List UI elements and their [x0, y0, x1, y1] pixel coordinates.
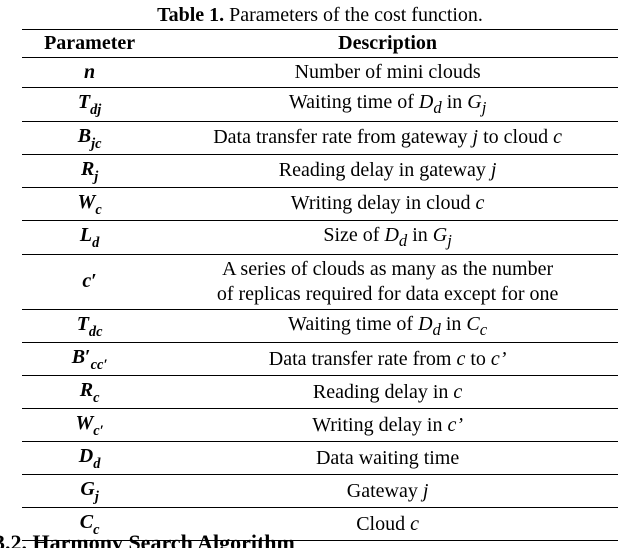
- desc-cell: Reading delay in c: [157, 376, 618, 409]
- desc-cell: A series of clouds as many as the number…: [157, 254, 618, 309]
- table-row: BjcData transfer rate from gateway j to …: [22, 121, 618, 154]
- param-cell: Rj: [22, 154, 157, 187]
- param-cell: Tdj: [22, 88, 157, 122]
- table-row: c′A series of clouds as many as the numb…: [22, 254, 618, 309]
- desc-cell: Waiting time of Dd in Gj: [157, 88, 618, 122]
- col-header-parameter: Parameter: [22, 30, 157, 58]
- param-cell: c′: [22, 254, 157, 309]
- table-row: DdData waiting time: [22, 442, 618, 475]
- param-cell: Wc′: [22, 409, 157, 442]
- table-row: TdjWaiting time of Dd in Gj: [22, 88, 618, 122]
- param-cell: Ld: [22, 220, 157, 254]
- table-row: RcReading delay in c: [22, 376, 618, 409]
- desc-cell: Number of mini clouds: [157, 58, 618, 88]
- table-row: nNumber of mini clouds: [22, 58, 618, 88]
- table-row: LdSize of Dd in Gj: [22, 220, 618, 254]
- desc-cell: Gateway j: [157, 475, 618, 508]
- table-body: nNumber of mini cloudsTdjWaiting time of…: [22, 58, 618, 541]
- param-cell: Rc: [22, 376, 157, 409]
- desc-cell: Data transfer rate from gateway j to clo…: [157, 121, 618, 154]
- table-row: TdcWaiting time of Dd in Cc: [22, 309, 618, 343]
- table-header-row: Parameter Description: [22, 30, 618, 58]
- param-cell: Gj: [22, 475, 157, 508]
- param-cell: B′cc′: [22, 343, 157, 376]
- section-heading: 3.2. Harmony Search Algorithm: [0, 530, 295, 548]
- table-row: Wc′Writing delay in c’: [22, 409, 618, 442]
- col-header-description: Description: [157, 30, 618, 58]
- table-row: GjGateway j: [22, 475, 618, 508]
- desc-cell: Data waiting time: [157, 442, 618, 475]
- param-cell: Dd: [22, 442, 157, 475]
- param-cell: Bjc: [22, 121, 157, 154]
- table-row: RjReading delay in gateway j: [22, 154, 618, 187]
- table-caption-text: Parameters of the cost function.: [229, 4, 483, 26]
- table-row: WcWriting delay in cloud c: [22, 187, 618, 220]
- desc-cell: Waiting time of Dd in Cc: [157, 309, 618, 343]
- param-cell: n: [22, 58, 157, 88]
- param-cell: Tdc: [22, 309, 157, 343]
- desc-cell: Writing delay in cloud c: [157, 187, 618, 220]
- parameters-table: Parameter Description nNumber of mini cl…: [22, 29, 618, 541]
- desc-cell: Size of Dd in Gj: [157, 220, 618, 254]
- table-caption: Table 1. Parameters of the cost function…: [0, 4, 640, 27]
- table-label: Table 1.: [157, 4, 224, 26]
- desc-cell: Writing delay in c’: [157, 409, 618, 442]
- desc-cell: Data transfer rate from c to c’: [157, 343, 618, 376]
- param-cell: Wc: [22, 187, 157, 220]
- desc-cell: Reading delay in gateway j: [157, 154, 618, 187]
- table-row: B′cc′Data transfer rate from c to c’: [22, 343, 618, 376]
